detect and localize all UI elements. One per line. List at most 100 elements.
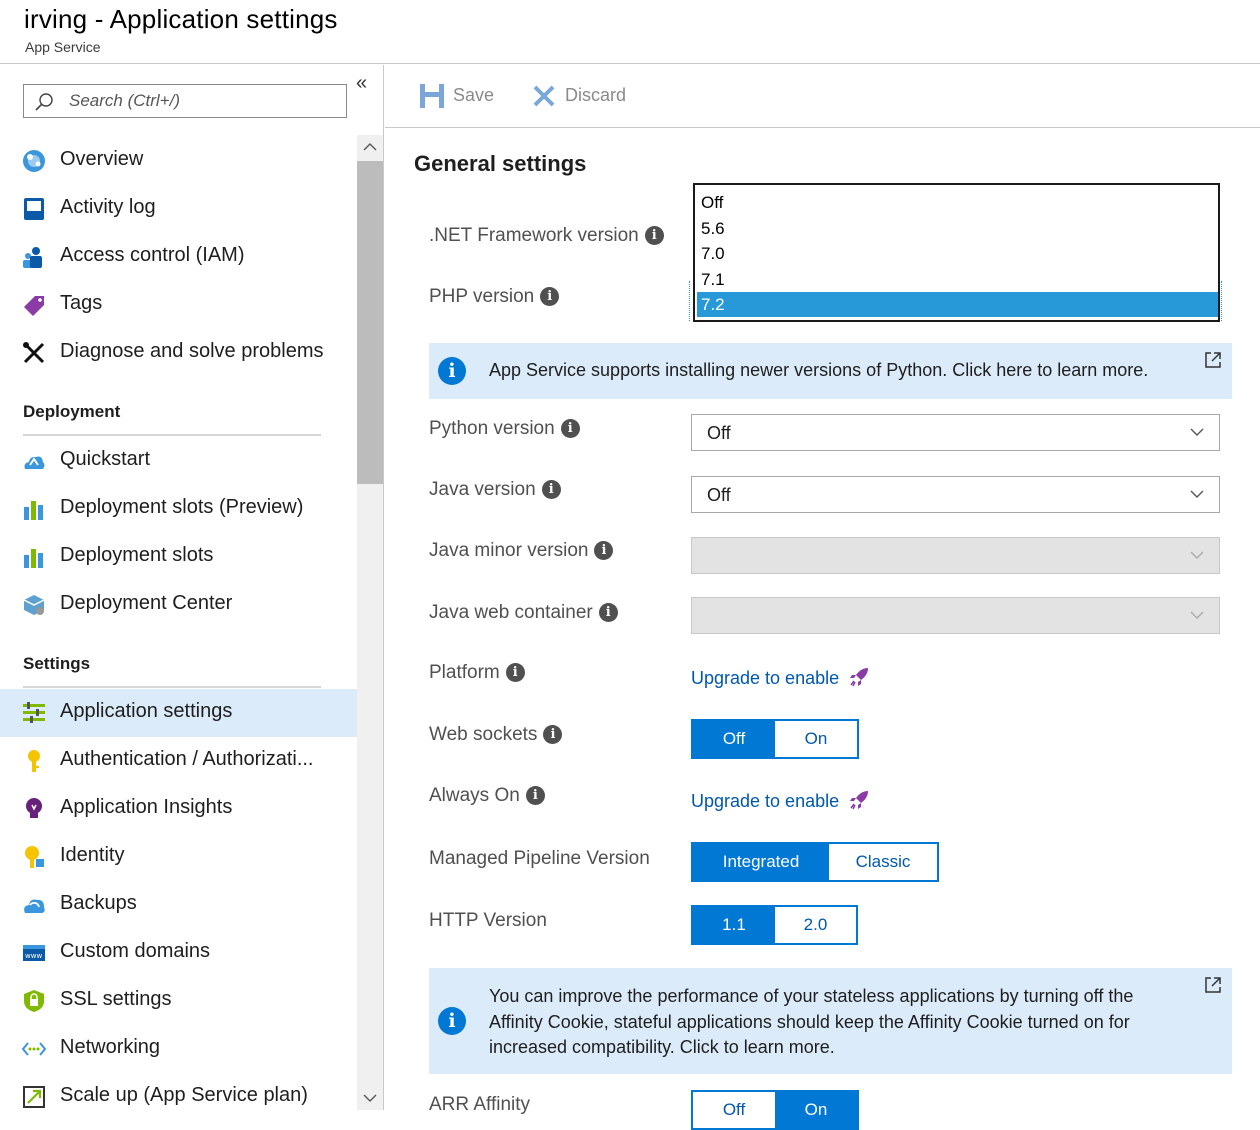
python-version-select[interactable]: Off [691, 414, 1220, 451]
sidebar-item-label: Application Insights [60, 796, 233, 818]
java-web-container-label-text: Java web container [429, 602, 593, 623]
java-minor-version-label: Java minor version i [429, 540, 614, 562]
java-version-select[interactable]: Off [691, 476, 1220, 513]
dropdown-option[interactable]: Off [697, 190, 1218, 215]
save-label: Save [453, 85, 495, 105]
scroll-up-icon[interactable] [357, 135, 383, 159]
sidebar-item-diagnose[interactable]: Diagnose and solve problems [0, 329, 357, 377]
sidebar-item-activity-log[interactable]: Activity log [0, 185, 357, 233]
always-on-upgrade-link[interactable]: Upgrade to enable [691, 790, 869, 812]
java-minor-version-select[interactable] [691, 537, 1220, 574]
discard-label: Discard [565, 85, 627, 105]
toggle-option-1-1[interactable]: 1.1 [693, 907, 775, 943]
sidebar-item-quickstart[interactable]: Quickstart [0, 437, 357, 485]
net-framework-label-text: .NET Framework version [429, 225, 639, 246]
info-icon[interactable]: i [540, 287, 560, 306]
sidebar-item-label: Deployment slots (Preview) [60, 496, 304, 518]
web-sockets-label-text: Web sockets [429, 724, 538, 745]
sidebar-section-settings: Settings [23, 654, 91, 673]
java-version-label-text: Java version [429, 479, 536, 500]
info-icon[interactable]: i [525, 786, 545, 805]
toggle-option-off[interactable]: Off [693, 1092, 775, 1128]
external-link-icon[interactable] [1204, 351, 1222, 369]
sidebar-item-ssl-settings[interactable]: SSL settings [0, 977, 357, 1025]
rocket-icon [850, 668, 869, 687]
command-bar: Save Discard [385, 65, 1260, 128]
slots-icon [24, 549, 43, 568]
save-button[interactable]: Save [419, 81, 499, 111]
platform-upgrade-link[interactable]: Upgrade to enable [691, 667, 869, 689]
http-version-toggle[interactable]: 1.1 2.0 [691, 905, 858, 945]
sidebar-item-backups[interactable]: Backups [0, 881, 357, 929]
sidebar-item-authentication[interactable]: Authentication / Authorizati... [0, 737, 357, 785]
section-divider [23, 686, 321, 688]
scrollbar-thumb[interactable] [357, 161, 383, 484]
sidebar-item-identity[interactable]: Identity [0, 833, 357, 881]
sidebar-item-label: SSL settings [60, 988, 172, 1010]
info-icon: i [438, 357, 466, 385]
php-version-dropdown-list[interactable]: Off 5.6 7.0 7.1 7.2 [693, 183, 1220, 322]
quickstart-cloud-icon [24, 456, 45, 469]
toggle-option-on[interactable]: On [775, 721, 857, 757]
dropdown-option[interactable]: 5.6 [697, 216, 1218, 241]
dropdown-option[interactable]: 7.1 [697, 267, 1218, 292]
toggle-option-classic[interactable]: Classic [829, 844, 937, 880]
java-web-container-label: Java web container i [429, 602, 618, 624]
sidebar: Search (Ctrl+/) « Overview Activity log … [0, 65, 384, 1110]
slots-icon [24, 501, 43, 520]
web-sockets-toggle[interactable]: Off On [691, 719, 859, 759]
shield-icon [24, 990, 44, 1012]
info-icon[interactable]: i [598, 603, 618, 622]
toggle-option-2-0[interactable]: 2.0 [775, 907, 856, 943]
upgrade-link-text: Upgrade to enable [691, 668, 840, 688]
sidebar-item-scale-up[interactable]: Scale up (App Service plan) [0, 1073, 357, 1110]
toggle-option-off[interactable]: Off [693, 721, 775, 757]
page-subtitle: App Service [25, 39, 101, 55]
affinity-info-banner[interactable]: i You can improve the performance of you… [429, 968, 1232, 1074]
python-version-label-text: Python version [429, 418, 555, 439]
scroll-down-icon[interactable] [357, 1086, 383, 1110]
info-icon[interactable]: i [505, 663, 525, 682]
sidebar-item-overview[interactable]: Overview [0, 137, 357, 185]
python-info-banner[interactable]: i App Service supports installing newer … [429, 343, 1232, 399]
info-icon[interactable]: i [543, 725, 563, 744]
info-icon[interactable]: i [560, 419, 580, 438]
external-link-icon[interactable] [1204, 976, 1222, 994]
managed-pipeline-toggle[interactable]: Integrated Classic [691, 842, 939, 882]
upgrade-link-text: Upgrade to enable [691, 791, 840, 811]
sidebar-item-label: Access control (IAM) [60, 244, 245, 266]
sidebar-item-access-control[interactable]: Access control (IAM) [0, 233, 357, 281]
backup-cloud-icon [24, 899, 45, 913]
sidebar-item-networking[interactable]: Networking [0, 1025, 357, 1073]
sidebar-item-deployment-center[interactable]: Deployment Center [0, 581, 357, 629]
sidebar-item-label: Application settings [60, 700, 233, 722]
arr-affinity-toggle[interactable]: Off On [691, 1090, 859, 1130]
section-title: General settings [414, 151, 587, 176]
toggle-option-integrated[interactable]: Integrated [693, 844, 829, 880]
java-web-container-select[interactable] [691, 597, 1220, 634]
sidebar-item-application-insights[interactable]: Application Insights [0, 785, 357, 833]
info-icon[interactable]: i [644, 226, 664, 245]
dropdown-option[interactable]: 7.0 [697, 241, 1218, 266]
networking-icon [22, 1042, 46, 1056]
www-icon: www [23, 945, 45, 961]
sidebar-item-tags[interactable]: Tags [0, 281, 357, 329]
info-icon[interactable]: i [594, 541, 614, 560]
sidebar-item-deployment-slots[interactable]: Deployment slots [0, 533, 357, 581]
dropdown-option-selected[interactable]: 7.2 [697, 292, 1218, 317]
sidebar-scrollbar[interactable] [357, 135, 383, 1110]
discard-icon [533, 85, 555, 107]
collapse-icon[interactable]: « [356, 73, 376, 93]
sidebar-item-application-settings[interactable]: Application settings [0, 689, 357, 737]
blade-header: irving - Application settings App Servic… [0, 0, 1260, 64]
chevron-down-icon [1190, 551, 1204, 559]
sidebar-item-deployment-slots-preview[interactable]: Deployment slots (Preview) [0, 485, 357, 533]
discard-button[interactable]: Discard [531, 81, 641, 111]
chevron-down-icon [1190, 428, 1204, 436]
toggle-option-on[interactable]: On [775, 1092, 857, 1128]
search-input[interactable]: Search (Ctrl+/) [23, 84, 347, 118]
sidebar-item-custom-domains[interactable]: www Custom domains [0, 929, 357, 977]
info-icon: i [438, 1007, 466, 1035]
info-icon[interactable]: i [541, 480, 561, 499]
access-control-icon [23, 247, 42, 268]
